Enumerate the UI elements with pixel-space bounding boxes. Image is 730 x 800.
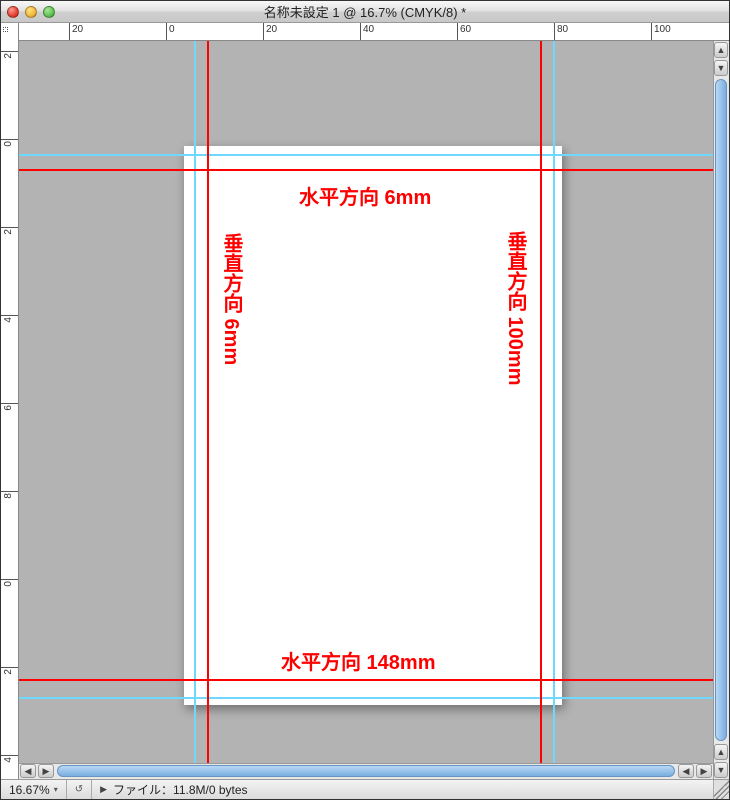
ruler-tick: 20 <box>263 23 264 40</box>
ruler-tick-label: 2 <box>3 669 14 675</box>
resize-grip[interactable] <box>713 780 729 799</box>
annotation-right: 垂直方向 100mm <box>501 231 530 386</box>
red-guide-vertical[interactable] <box>540 41 542 763</box>
scroll-left-icon[interactable]: ◀ <box>20 764 36 778</box>
cyan-guide-horizontal[interactable] <box>19 154 713 156</box>
ruler-tick: 8 <box>1 491 18 492</box>
scrollbar-thumb-vertical[interactable] <box>715 79 727 741</box>
ruler-tick-label: 8 <box>3 493 14 499</box>
cyan-guide-horizontal[interactable] <box>19 697 713 699</box>
annotation-bottom: 水平方向 148mm <box>281 646 436 675</box>
ruler-tick: 2 <box>1 51 18 52</box>
workarea: 2 0 2 4 6 8 0 2 4 水平方向 6mm 水平方向 148mm 垂直方向 6mm 垂… <box>1 41 729 779</box>
ruler-horizontal[interactable]: 20020406080100120140 <box>1 23 729 41</box>
zoom-value: 16.67% <box>9 783 50 797</box>
scrollbar-horizontal[interactable]: ◀ ▶ ◀ ▶ <box>19 763 713 779</box>
ruler-tick: 2 <box>1 227 18 228</box>
zoom-dropdown[interactable]: 16.67% <box>1 780 67 799</box>
ruler-origin-corner[interactable] <box>1 23 19 41</box>
scrollbar-vertical[interactable]: ▲ ▼ ▲ ▼ <box>713 41 729 779</box>
ruler-tick: 6 <box>1 403 18 404</box>
cyan-guide-vertical[interactable] <box>194 41 196 763</box>
scroll-up-end-icon[interactable]: ▲ <box>714 744 728 760</box>
scroll-down-end-icon[interactable]: ▼ <box>714 762 728 778</box>
ruler-tick: 80 <box>554 23 555 40</box>
ruler-tick: 4 <box>1 755 18 756</box>
file-info-dropdown[interactable]: ▶ ファイル：11.8M/0 bytes <box>92 781 713 798</box>
ruler-tick: 20 <box>69 23 70 40</box>
ruler-tick: 0 <box>1 579 18 580</box>
ruler-tick: 100 <box>651 23 652 40</box>
ruler-tick: 0 <box>166 23 167 40</box>
file-info-label: ファイル：11.8M/0 bytes <box>113 781 248 798</box>
ruler-tick-label: 60 <box>460 24 471 35</box>
cyan-guide-vertical[interactable] <box>553 41 555 763</box>
ruler-tick-label: 40 <box>363 24 374 35</box>
ruler-tick: 60 <box>457 23 458 40</box>
canvas[interactable]: 水平方向 6mm 水平方向 148mm 垂直方向 6mm 垂直方向 100mm <box>19 41 713 763</box>
close-icon[interactable] <box>7 6 19 18</box>
ruler-vertical[interactable]: 2 0 2 4 6 8 0 2 4 <box>1 41 19 779</box>
statusbar: 16.67% ↺ ▶ ファイル：11.8M/0 bytes <box>1 779 729 799</box>
scroll-down-icon[interactable]: ▼ <box>714 60 728 76</box>
traffic-lights <box>7 6 55 18</box>
ruler-tick-label: 80 <box>557 24 568 35</box>
ruler-tick-label: 2 <box>3 229 14 235</box>
scroll-left-end-icon[interactable]: ◀ <box>678 764 694 778</box>
chevron-right-icon: ▶ <box>100 784 107 795</box>
ruler-tick: 4 <box>1 315 18 316</box>
ruler-tick: 40 <box>360 23 361 40</box>
scroll-right-icon[interactable]: ▶ <box>38 764 54 778</box>
ruler-tick-label: 2 <box>3 53 14 59</box>
ruler-tick-label: 100 <box>654 24 671 35</box>
annotation-top: 水平方向 6mm <box>299 181 431 210</box>
window-title: 名称未設定 1 @ 16.7% (CMYK/8) * <box>1 2 729 21</box>
scrollbar-thumb-horizontal[interactable] <box>57 765 675 777</box>
ruler-tick-label: 4 <box>3 757 14 763</box>
titlebar[interactable]: 名称未設定 1 @ 16.7% (CMYK/8) * <box>1 1 729 23</box>
red-guide-horizontal[interactable] <box>19 169 713 171</box>
ruler-tick: 2 <box>1 667 18 668</box>
ruler-tick-label: 20 <box>266 24 277 35</box>
minimize-icon[interactable] <box>25 6 37 18</box>
ruler-tick-label: 4 <box>3 317 14 323</box>
document-window: 名称未設定 1 @ 16.7% (CMYK/8) * 2002040608010… <box>0 0 730 800</box>
ruler-tick-label: 0 <box>3 141 14 147</box>
zoom-icon[interactable] <box>43 6 55 18</box>
scroll-right-end-icon[interactable]: ▶ <box>696 764 712 778</box>
annotation-left: 垂直方向 6mm <box>217 233 246 365</box>
red-guide-vertical[interactable] <box>207 41 209 763</box>
history-icon: ↺ <box>75 784 83 795</box>
red-guide-horizontal[interactable] <box>19 679 713 681</box>
canvas-holder: 水平方向 6mm 水平方向 148mm 垂直方向 6mm 垂直方向 100mm … <box>19 41 713 779</box>
ruler-tick-label: 6 <box>3 405 14 411</box>
ruler-tick-label: 0 <box>169 24 175 35</box>
ruler-horizontal-track[interactable]: 20020406080100120140 <box>19 23 729 40</box>
ruler-tick-label: 20 <box>72 24 83 35</box>
document-page[interactable] <box>184 146 562 705</box>
scroll-up-icon[interactable]: ▲ <box>714 42 728 58</box>
history-button[interactable]: ↺ <box>67 780 92 799</box>
ruler-tick: 0 <box>1 139 18 140</box>
ruler-tick-label: 0 <box>3 581 14 587</box>
